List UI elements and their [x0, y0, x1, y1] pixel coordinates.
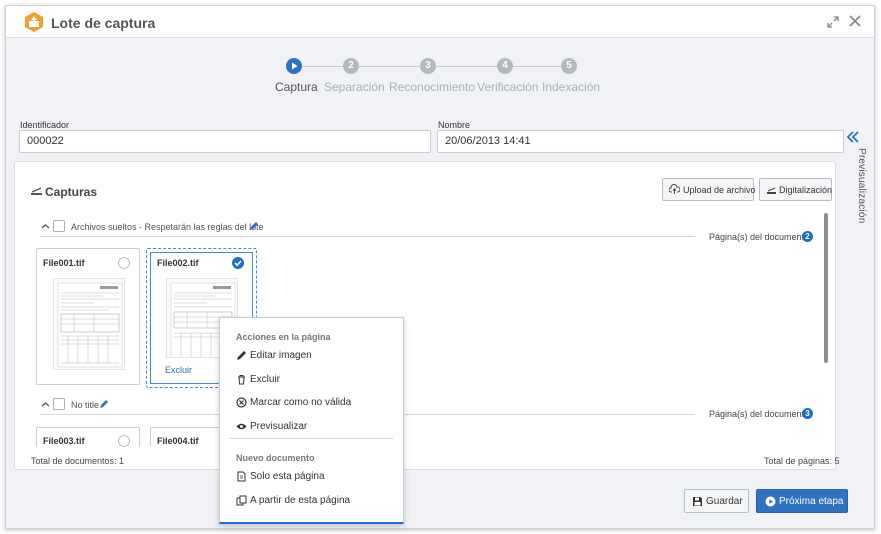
- menu-item-mark-invalid[interactable]: Marcar como no válida: [220, 392, 403, 414]
- pages-count-badge: 2: [802, 231, 813, 242]
- identifier-label: Identificador: [20, 120, 70, 130]
- next-stage-label: Próxima etapa: [779, 496, 844, 507]
- group-select-checkbox[interactable]: [53, 398, 65, 410]
- file-thumbnail[interactable]: File003.tif: [36, 427, 140, 447]
- menu-item-label: Solo esta página: [250, 471, 325, 482]
- document-pages-label: Página(s) del documento: [709, 232, 810, 242]
- file-thumbnail[interactable]: File001.tif: [36, 248, 140, 385]
- step-4-circle[interactable]: 4: [497, 58, 513, 74]
- menu-item-preview[interactable]: Previsualizar: [220, 416, 403, 438]
- upload-file-label: Upload de archivo: [683, 185, 756, 195]
- step-label-reconocimiento[interactable]: Reconocimiento: [389, 80, 475, 94]
- eye-icon: [236, 423, 247, 430]
- exclude-link[interactable]: Excluir: [165, 365, 192, 375]
- capture-batch-icon: [25, 12, 43, 32]
- pencil-icon[interactable]: [249, 221, 259, 231]
- page-context-menu: Acciones en la página Editar imagen Excl…: [219, 317, 404, 524]
- step-connector: [358, 66, 420, 67]
- group-select-checkbox[interactable]: [53, 220, 65, 232]
- pages-count-badge: 3: [802, 408, 813, 419]
- file-select-radio[interactable]: [118, 257, 130, 269]
- step-5-circle[interactable]: 5: [561, 58, 577, 74]
- file-name: File003.tif: [43, 436, 85, 446]
- identifier-field[interactable]: 000022: [19, 130, 431, 153]
- menu-item-edit-image[interactable]: Editar imagen: [220, 345, 403, 367]
- menu-item-label: Editar imagen: [250, 350, 312, 361]
- document-icon: [237, 471, 246, 482]
- file-name: File004.tif: [157, 436, 199, 446]
- document-pages-label: Página(s) del documento: [709, 409, 810, 419]
- step-2-circle[interactable]: 2: [343, 58, 359, 74]
- pencil-icon: [237, 351, 246, 360]
- chevron-up-icon[interactable]: [41, 222, 50, 231]
- menu-item-exclude[interactable]: Excluir: [220, 369, 403, 391]
- scanner-icon: [767, 187, 776, 194]
- page-actions-header: Acciones en la página: [236, 332, 331, 342]
- file-select-radio[interactable]: [118, 435, 130, 447]
- group-title: No title: [71, 400, 100, 410]
- menu-divider: [230, 438, 393, 439]
- step-1-play-icon[interactable]: [286, 58, 302, 74]
- document-preview-image: [53, 278, 125, 370]
- chevron-up-icon[interactable]: [41, 400, 50, 409]
- total-documents: Total de documentos: 1: [31, 456, 125, 466]
- save-button[interactable]: Guardar: [684, 489, 749, 513]
- floppy-disk-icon: [693, 497, 702, 506]
- scan-label: Digitalización: [779, 185, 833, 195]
- menu-item-only-this-page[interactable]: Solo esta página: [220, 466, 403, 488]
- menu-item-label: Excluir: [250, 374, 281, 385]
- window-title: Lote de captura: [51, 15, 156, 31]
- upload-file-button[interactable]: Upload de archivo: [662, 178, 756, 201]
- scanner-icon: [31, 187, 42, 195]
- cloud-upload-icon: [669, 184, 680, 194]
- trash-icon: [238, 375, 245, 385]
- check-circle-icon[interactable]: [232, 257, 244, 269]
- scan-button[interactable]: Digitalización: [759, 178, 832, 201]
- maximize-icon[interactable]: [826, 15, 840, 29]
- menu-item-from-this-page[interactable]: A partir de esta página: [220, 490, 403, 512]
- title-bar: Lote de captura: [6, 6, 874, 38]
- name-label: Nombre: [438, 120, 471, 130]
- file-name: File002.tif: [157, 258, 199, 268]
- file-name: File001.tif: [43, 258, 85, 268]
- step-label-captura[interactable]: Captura: [275, 80, 318, 94]
- cancel-circle-icon: [236, 397, 247, 408]
- double-chevron-left-icon[interactable]: [845, 130, 861, 144]
- next-stage-button[interactable]: Próxima etapa: [756, 489, 848, 513]
- total-pages: Total de páginas: 5: [764, 456, 840, 466]
- preview-panel-label[interactable]: Previsualización: [856, 148, 867, 223]
- close-icon[interactable]: [848, 14, 862, 28]
- save-label: Guardar: [706, 496, 743, 507]
- menu-item-label: A partir de esta página: [250, 495, 351, 506]
- step-label-indexacion[interactable]: Indexación: [542, 80, 600, 94]
- step-label-verificacion[interactable]: Verificación: [477, 80, 538, 94]
- menu-item-label: Marcar como no válida: [250, 397, 352, 408]
- play-circle-icon: [765, 496, 776, 507]
- menu-item-label: Previsualizar: [250, 421, 308, 432]
- captures-title: Capturas: [45, 185, 98, 199]
- step-connector: [436, 66, 498, 67]
- step-connector: [513, 66, 561, 67]
- new-document-header: Nuevo documento: [236, 453, 315, 463]
- pencil-icon[interactable]: [99, 399, 109, 409]
- group-title: Archivos sueltos - Respetarán las reglas…: [71, 222, 264, 232]
- step-label-separacion[interactable]: Separación: [324, 80, 385, 94]
- file-thumbnail[interactable]: File004.tif: [150, 427, 230, 447]
- group-divider: [40, 236, 695, 237]
- copy-icon: [236, 495, 247, 506]
- step-connector: [302, 66, 344, 67]
- step-3-circle[interactable]: 3: [420, 58, 436, 74]
- name-field[interactable]: 20/06/2013 14:41: [437, 130, 844, 153]
- scrollbar-thumb[interactable]: [824, 213, 828, 363]
